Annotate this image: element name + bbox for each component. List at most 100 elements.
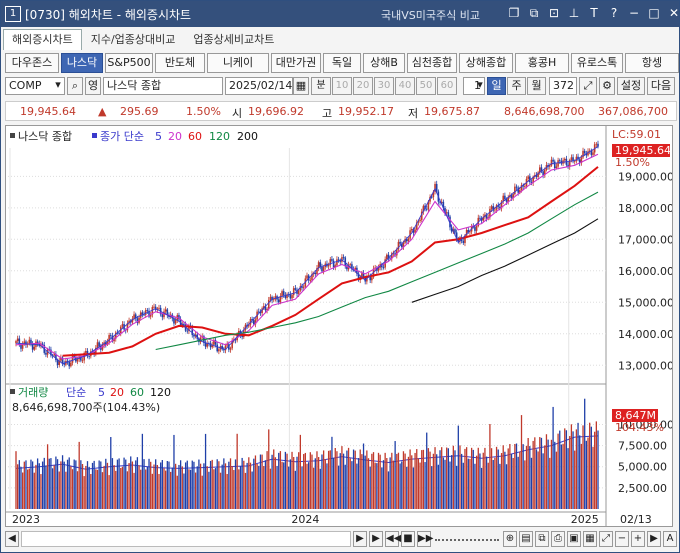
settings-button[interactable]: 설정 — [617, 77, 645, 95]
x-tick-label: 2025 — [571, 513, 599, 526]
fullscreen-icon[interactable]: ⤢ — [599, 531, 613, 547]
stock-chart[interactable]: 19,000.00 18,000.00 17,000.00 16,000.00 15,0… — [6, 126, 674, 526]
scroll-right-icon[interactable]: ▶ — [353, 531, 367, 547]
market-button-2[interactable]: S&P500 — [105, 53, 153, 73]
horizontal-scrollbar[interactable] — [21, 531, 351, 547]
candle-body — [277, 299, 280, 303]
candle-body — [158, 307, 160, 309]
candle-body — [70, 362, 72, 367]
gear-icon[interactable]: ⚙ — [599, 77, 615, 95]
candle-body — [144, 310, 147, 315]
link-icon[interactable]: ⧉ — [526, 5, 542, 21]
draw-tool-icon[interactable]: ⤢ — [579, 77, 597, 95]
next-button[interactable]: 다음 — [647, 77, 675, 95]
copy-icon[interactable]: ⧉ — [535, 531, 549, 547]
save-icon[interactable]: ▣ — [567, 531, 581, 547]
maximize-icon[interactable]: □ — [646, 5, 662, 21]
price-tick-label: 18,000.00 — [618, 202, 672, 215]
text-icon[interactable]: T — [586, 5, 602, 21]
day-button-2[interactable]: 월 — [527, 77, 546, 95]
play-icon[interactable]: ▶ — [369, 531, 383, 547]
market-button-0[interactable]: 다우존스 — [5, 53, 59, 73]
tab-0[interactable]: 해외증시차트 — [3, 29, 82, 50]
market-button-6[interactable]: 독일 — [323, 53, 361, 73]
minimize-icon[interactable]: − — [626, 5, 642, 21]
search-icon[interactable]: ⌕ — [67, 77, 83, 95]
period-button-3[interactable]: 30 — [374, 77, 394, 95]
market-button-5[interactable]: 대만가권 — [271, 53, 321, 73]
ma-line-20 — [15, 153, 599, 360]
zoom-out-icon[interactable]: − — [615, 531, 629, 547]
zoom-in-icon[interactable]: + — [631, 531, 645, 547]
restore-icon[interactable]: ❐ — [506, 5, 522, 21]
period-button-0[interactable]: 분 — [311, 77, 331, 95]
close-icon[interactable]: ✕ — [666, 5, 680, 21]
candle-body — [81, 360, 84, 362]
market-button-7[interactable]: 상해B — [363, 53, 405, 73]
period-button-2[interactable]: 20 — [353, 77, 373, 95]
ma200-legend: 200 — [237, 130, 258, 143]
candle-body — [447, 212, 450, 217]
lc-label: LC:59.01 — [612, 128, 661, 141]
count-dropdown-icon[interactable]: ▾ — [475, 77, 485, 95]
pin-icon[interactable]: ⊥ — [566, 5, 582, 21]
tab-2[interactable]: 업종상세비교차트 — [184, 29, 283, 51]
market-button-3[interactable]: 반도체 — [155, 53, 205, 73]
market-button-11[interactable]: 유로스톡 — [571, 53, 623, 73]
volume-pct-label: 104.43% — [615, 421, 664, 434]
day-button-0[interactable]: 일 — [487, 77, 506, 95]
bar-count-input[interactable]: 372 — [549, 77, 577, 95]
candle-body — [294, 288, 297, 290]
market-button-4[interactable]: 니케이 — [207, 53, 269, 73]
chart-area[interactable]: 19,000.00 18,000.00 17,000.00 16,000.00 15,0… — [5, 125, 674, 527]
ma5-line — [15, 146, 599, 365]
date-input[interactable]: 2025/02/14 — [225, 77, 293, 95]
price-tick-label: 17,000.00 — [618, 233, 672, 246]
market-button-9[interactable]: 상해종합 — [459, 53, 513, 73]
eng-toggle[interactable]: 영 — [85, 77, 101, 95]
period-button-5[interactable]: 50 — [416, 77, 436, 95]
grid-icon[interactable]: ▦ — [583, 531, 597, 547]
print-icon[interactable]: ⎙ — [551, 531, 565, 547]
help-icon[interactable]: ? — [606, 5, 622, 21]
fast-forward-icon[interactable]: ▶▶ — [417, 531, 433, 547]
candle-body — [475, 226, 478, 231]
vma120-legend: 120 — [150, 386, 171, 399]
volume-legend-name: 거래량 — [18, 386, 48, 399]
compare-link[interactable]: 국내VS미국주식 비교 — [381, 7, 480, 23]
market-button-10[interactable]: 홍콩H — [515, 53, 569, 73]
candle-body — [494, 209, 496, 211]
layout-icon[interactable]: ▤ — [519, 531, 533, 547]
chevron-down-icon[interactable]: ▾ — [51, 77, 65, 95]
period-button-1[interactable]: 10 — [332, 77, 352, 95]
font-size-icon[interactable]: A — [663, 531, 677, 547]
candle-body — [174, 319, 177, 324]
candle-body — [563, 158, 566, 161]
candle-body — [527, 176, 529, 179]
candle-body — [98, 342, 100, 347]
calendar-icon[interactable]: ▦ — [293, 77, 309, 95]
last-date-label: 02/13 — [620, 513, 652, 526]
period-button-6[interactable]: 60 — [437, 77, 457, 95]
period-button-4[interactable]: 40 — [395, 77, 415, 95]
market-button-12[interactable]: 항셍 — [625, 53, 679, 73]
candle-body — [558, 160, 561, 162]
scroll-left-icon[interactable]: ◀ — [5, 531, 19, 547]
market-button-1[interactable]: 나스닥 — [61, 53, 103, 73]
candle-body — [597, 143, 599, 147]
market-buttons: 다우존스 나스닥 S&P500 반도체 니케이 대만가권 독일 상해B 심천종합 상해종합 홍콩H 유… — [5, 53, 680, 73]
candle-body — [514, 186, 516, 195]
rewind-icon[interactable]: ◀◀ — [385, 531, 401, 547]
dock-icon[interactable]: ⊡ — [546, 5, 562, 21]
market-button-8[interactable]: 심천종합 — [407, 53, 457, 73]
stop-icon[interactable]: ■ — [401, 531, 415, 547]
speed-slider[interactable] — [435, 531, 499, 541]
zoom-icon[interactable]: ⊕ — [503, 531, 517, 547]
candle-body — [583, 150, 586, 154]
quote-volume: 8,646,698,700 — [504, 105, 585, 118]
candle-body — [490, 206, 493, 209]
tab-1[interactable]: 지수/업종상대비교 — [82, 29, 185, 51]
quote-low: 19,675.87 — [424, 105, 480, 118]
day-button-1[interactable]: 주 — [507, 77, 526, 95]
scroll-end-icon[interactable]: ▶ — [647, 531, 661, 547]
